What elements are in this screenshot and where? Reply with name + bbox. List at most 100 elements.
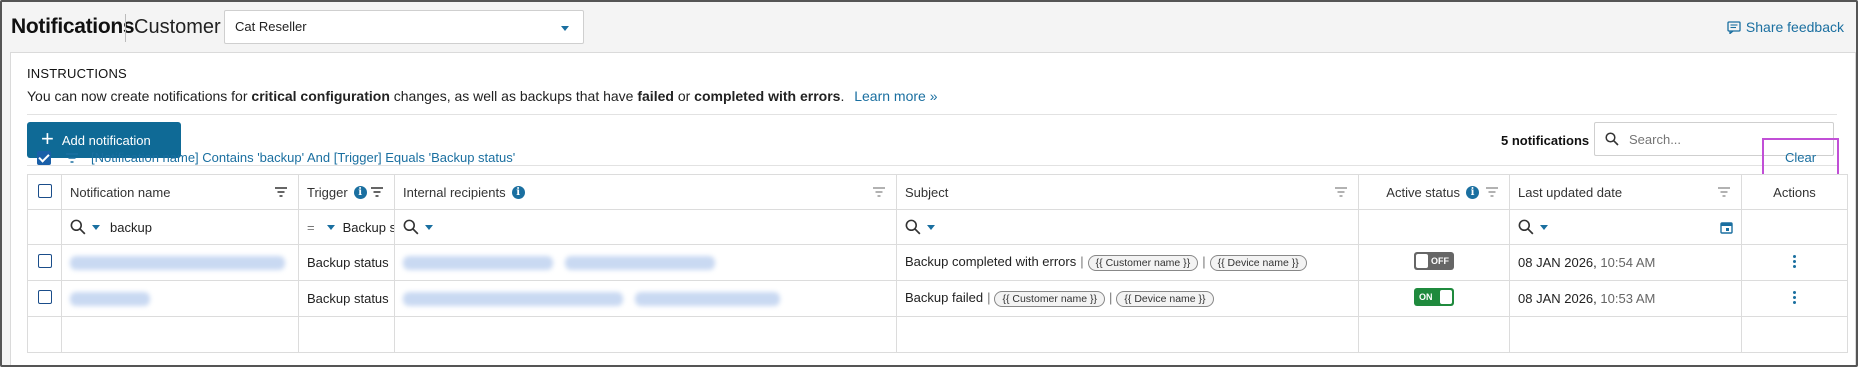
filter-cell-empty [27,209,62,245]
column-header-subject[interactable]: Subject [896,174,1359,210]
empty-cell [1358,316,1510,353]
column-filter-icon[interactable] [1717,186,1731,198]
redacted-name [70,256,285,271]
name-filter-input[interactable]: backup [110,220,152,235]
active-status-toggle[interactable]: ON [1414,288,1454,306]
toggle-label: OFF [1431,256,1449,266]
app-frame: Notifications Customer Cat Reseller Shar… [0,0,1858,367]
chevron-down-icon[interactable] [92,224,100,230]
active-filter-checkbox[interactable] [37,150,51,165]
divider [27,114,1837,115]
column-header-recipients[interactable]: Internal recipients i [394,174,897,210]
page-title: Notifications [11,15,135,38]
date-text: 08 JAN 2026, [1518,291,1597,306]
redacted-recipient [403,256,553,271]
empty-cell [1741,316,1848,353]
chevron-down-icon[interactable] [1540,224,1548,230]
active-status-cell: OFF [1358,244,1510,281]
column-filter-icon[interactable] [1485,186,1499,198]
instructions-text: You can now create notifications for cri… [27,88,938,104]
redacted-recipient [403,292,623,307]
column-header-name[interactable]: Notification name [61,174,299,210]
instructions-bold-part: critical configuration [251,88,390,104]
row-checkbox[interactable] [37,254,52,268]
trigger-filter-cell[interactable]: = Backup s [298,209,395,245]
active-status-toggle[interactable]: OFF [1414,252,1454,270]
recipients-filter-cell[interactable] [394,209,897,245]
clear-filter-button[interactable]: Clear [1785,150,1816,165]
subject-filter-cell[interactable] [896,209,1359,245]
column-header-updated[interactable]: Last updated date [1509,174,1742,210]
clear-filter-highlight: Clear [1762,138,1839,176]
time-text: 10:53 AM [1600,291,1656,306]
table-row [27,316,1848,353]
plus-icon: + [41,126,54,151]
time-text: 10:54 AM [1600,255,1656,270]
learn-more-link[interactable]: Learn more » [854,88,937,104]
table-row[interactable]: Backup status Backup failed |{{ Customer … [27,280,1848,317]
date-filter-cell[interactable] [1509,209,1742,245]
table-row[interactable]: Backup status Backup completed with erro… [27,244,1848,281]
column-header-actions: Actions [1741,174,1848,210]
search-icon [905,219,921,235]
calendar-icon[interactable] [1720,221,1733,234]
toggle-label: ON [1419,292,1433,302]
notification-name-cell[interactable] [61,244,299,281]
filter-icon [66,152,78,163]
info-icon[interactable]: i [1466,185,1479,199]
notification-count: 5 notifications [1501,133,1590,148]
redacted-recipient [634,292,780,307]
actions-cell [1741,280,1848,317]
column-header-trigger[interactable]: Trigger i [298,174,395,210]
instructions-text-part: . [840,88,845,104]
share-feedback-label: Share feedback [1745,19,1844,35]
search-icon [70,219,86,235]
subject-tag: {{ Customer name }} [1087,254,1199,271]
active-filter-text[interactable]: [Notification name] Contains 'backup' An… [91,150,515,165]
row-select-cell [27,244,62,281]
more-options-icon[interactable] [1792,289,1797,306]
instructions-text-part: or [673,88,695,104]
trigger-cell: Backup status [298,244,395,281]
row-checkbox[interactable] [37,290,52,304]
active-filter-row: [Notification name] Contains 'backup' An… [37,150,515,165]
title-divider [125,14,126,42]
column-label: Active status [1386,184,1460,200]
column-filter-icon[interactable] [274,186,288,198]
chevron-down-icon[interactable] [326,224,335,230]
notifications-panel: INSTRUCTIONS You can now create notifica… [10,52,1856,365]
subject-cell: Backup failed |{{ Customer name }} |{{ Dev… [896,280,1359,317]
share-feedback-link[interactable]: Share feedback [1727,19,1844,35]
table-header-row: Notification name Trigger i Internal reci… [27,174,1848,210]
trigger-cell: Backup status [298,280,395,317]
column-label: Last updated date [1518,184,1623,200]
search-icon [1605,132,1619,146]
empty-cell [27,316,62,353]
instructions-bold-part: failed [637,88,674,104]
notification-name-cell[interactable] [61,280,299,317]
name-filter-cell[interactable]: backup [61,209,299,245]
column-filter-icon[interactable] [872,186,886,198]
recipients-cell [394,280,897,317]
date-text: 08 JAN 2026, [1518,255,1597,270]
customer-select[interactable]: Cat Reseller [224,10,584,44]
subject-text: Backup failed [905,290,984,306]
column-filter-icon[interactable] [370,186,384,198]
info-icon[interactable]: i [511,185,525,199]
chevron-down-icon[interactable] [927,224,935,230]
row-select-cell [27,280,62,317]
customer-select-value: Cat Reseller [235,19,307,34]
empty-cell [61,316,299,353]
trigger-filter-input[interactable]: Backup s [343,220,394,235]
column-header-active-status[interactable]: Active status i [1358,174,1510,210]
chevron-down-icon[interactable] [425,224,433,230]
select-all-checkbox[interactable] [37,183,52,198]
column-filter-icon[interactable] [1334,186,1348,198]
subject-text: Backup completed with errors [905,254,1077,270]
instructions-text-part: You can now create notifications for [27,88,252,104]
info-icon[interactable]: i [353,185,367,199]
more-options-icon[interactable] [1792,253,1797,270]
subject-tag: {{ Customer name }} [994,290,1106,307]
subject-tag: {{ Device name }} [1209,254,1307,271]
column-label: Trigger [307,184,348,200]
